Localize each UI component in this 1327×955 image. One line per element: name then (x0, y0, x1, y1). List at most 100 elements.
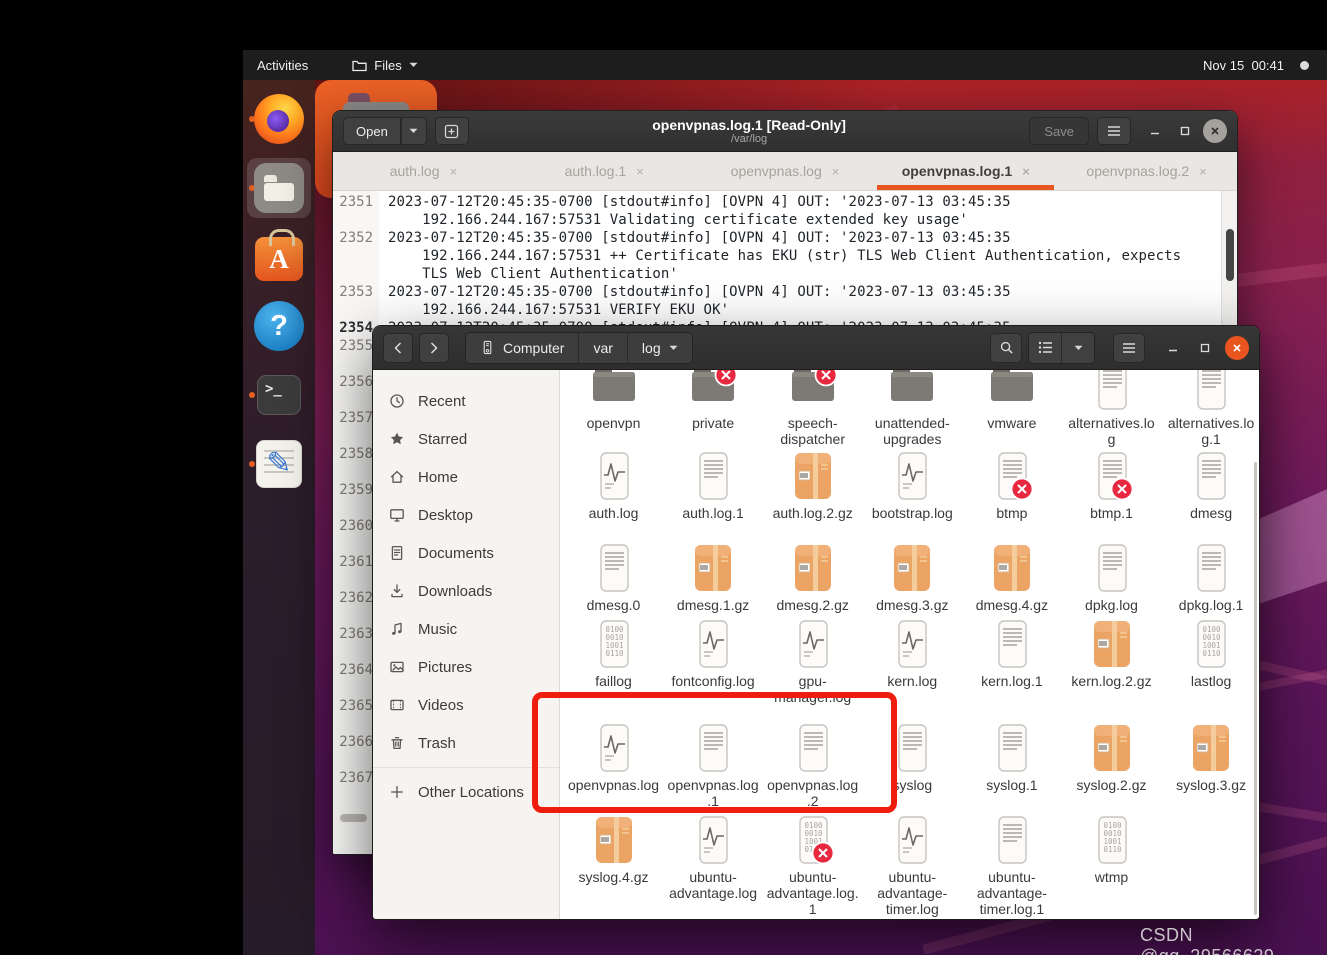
chevron-left-icon (394, 341, 402, 354)
file-item-dmesg.0[interactable]: dmesg.0 (564, 542, 663, 613)
file-item-speech-dispatcher[interactable]: speech-dispatcher (763, 370, 862, 447)
sidebar-item-home[interactable]: Home (373, 458, 559, 496)
file-item-lastlog[interactable]: 0100 0010 1001 0110 lastlog (1162, 618, 1259, 689)
new-document-button[interactable] (434, 117, 469, 145)
sidebar-item-pictures[interactable]: Pictures (373, 648, 559, 686)
chevron-down-icon (669, 345, 678, 350)
sidebar-item-documents[interactable]: Documents (373, 534, 559, 572)
tab-close-icon[interactable]: × (450, 164, 458, 179)
tab-close-icon[interactable]: × (1199, 164, 1207, 179)
tab-close-icon[interactable]: × (832, 164, 840, 179)
file-item-kern.log[interactable]: kern.log (863, 618, 962, 689)
dock-item-ubuntu-software[interactable]: A (247, 227, 311, 287)
gedit-close-button[interactable] (1203, 119, 1227, 143)
file-item-kern.log.2.gz[interactable]: kern.log.2.gz (1062, 618, 1161, 689)
file-item-dmesg.3.gz[interactable]: dmesg.3.gz (863, 542, 962, 613)
dock-item-files[interactable] (247, 158, 311, 218)
open-dropdown-button[interactable] (400, 117, 427, 145)
files-minimize-button[interactable] (1161, 336, 1185, 360)
log-file-icon (898, 452, 927, 500)
dock-item-firefox[interactable] (247, 89, 311, 149)
file-item-faillog[interactable]: 0100 0010 1001 0110 faillog (564, 618, 663, 689)
save-button[interactable]: Save (1029, 117, 1089, 145)
videos-icon (390, 699, 404, 711)
dock-item-terminal[interactable]: >_ (247, 365, 311, 425)
file-item-alternatives.log[interactable]: alternatives.log (1062, 370, 1161, 447)
files-close-button[interactable] (1225, 335, 1249, 360)
file-item-bootstrap.log[interactable]: bootstrap.log (863, 450, 962, 521)
file-item-vmware[interactable]: vmware (962, 370, 1061, 431)
minimize-icon (1169, 349, 1177, 351)
tab-auth.log.1[interactable]: auth.log.1 × (514, 152, 695, 190)
breadcrumb-computer[interactable]: Computer (466, 332, 579, 363)
file-item-syslog.2.gz[interactable]: syslog.2.gz (1062, 722, 1161, 793)
binary-file-icon: 0100001010010110 (1097, 816, 1127, 864)
scrollbar-thumb[interactable] (1226, 229, 1234, 281)
clock[interactable]: Nov 15 00:41 (1203, 58, 1284, 73)
search-button[interactable] (990, 332, 1022, 363)
file-item-kern.log.1[interactable]: kern.log.1 (962, 618, 1061, 689)
breadcrumb-log[interactable]: log (626, 332, 692, 363)
sidebar-item-music[interactable]: Music (373, 610, 559, 648)
tab-close-icon[interactable]: × (636, 164, 644, 179)
file-item-unattended-upgrades[interactable]: unattended-upgrades (863, 370, 962, 447)
file-item-syslog.3.gz[interactable]: syslog.3.gz (1162, 722, 1259, 793)
sidebar-item-desktop[interactable]: Desktop (373, 496, 559, 534)
open-button[interactable]: Open (343, 117, 401, 145)
hamburger-menu-icon (1123, 342, 1135, 353)
file-item-dmesg.4.gz[interactable]: dmesg.4.gz (962, 542, 1061, 613)
view-dropdown-button[interactable] (1062, 332, 1094, 363)
file-item-syslog.1[interactable]: syslog.1 (962, 722, 1061, 793)
tab-openvpnas.log.1[interactable]: openvpnas.log.1 × (875, 152, 1056, 190)
sidebar-item-recent[interactable]: Recent (373, 382, 559, 420)
tab-close-icon[interactable]: × (1022, 164, 1030, 179)
sidebar-item-starred[interactable]: Starred (373, 420, 559, 458)
app-menu-files[interactable]: Files (352, 58, 418, 73)
activities-button[interactable]: Activities (257, 58, 308, 73)
file-item-ubuntu-advantage-timer.log.1[interactable]: ubuntu-advantage-timer.log.1 (962, 814, 1061, 917)
file-item-dpkg.log.1[interactable]: dpkg.log.1 (1162, 542, 1259, 613)
file-item-ubuntu-advantage.log[interactable]: ubuntu-advantage.log (664, 814, 763, 901)
file-item-dmesg[interactable]: dmesg (1162, 450, 1259, 521)
file-item-dmesg.2.gz[interactable]: dmesg.2.gz (763, 542, 862, 613)
dock-item-help[interactable]: ? (247, 296, 311, 356)
file-name: btmp.1 (1090, 505, 1133, 521)
file-name: dmesg.4.gz (975, 597, 1049, 613)
forward-button[interactable] (419, 332, 449, 363)
hamburger-menu-icon (1108, 126, 1120, 136)
file-item-auth.log[interactable]: auth.log (564, 450, 663, 521)
file-item-alternatives.log.1[interactable]: alternatives.log.1 (1162, 370, 1259, 447)
tab-auth.log[interactable]: auth.log × (333, 152, 514, 190)
files-content[interactable]: openvpn private speech-dispatcher unattende… (560, 370, 1259, 919)
file-name: syslog.2.gz (1076, 777, 1147, 793)
file-item-dpkg.log[interactable]: dpkg.log (1062, 542, 1161, 613)
file-name: vmware (987, 415, 1037, 431)
file-item-auth.log.1[interactable]: auth.log.1 (664, 450, 763, 521)
gedit-menu-button[interactable] (1097, 117, 1131, 145)
tab-openvpnas.log.2[interactable]: openvpnas.log.2 × (1056, 152, 1237, 190)
back-button[interactable] (383, 332, 413, 363)
gedit-maximize-button[interactable] (1173, 119, 1197, 143)
gedit-horizontal-scrollbar[interactable] (340, 814, 367, 822)
file-item-syslog.4.gz[interactable]: syslog.4.gz (564, 814, 663, 885)
breadcrumb-var[interactable]: var (578, 332, 627, 363)
file-item-auth.log.2.gz[interactable]: auth.log.2.gz (763, 450, 862, 521)
gedit-minimize-button[interactable] (1143, 119, 1167, 143)
files-menu-button[interactable] (1113, 332, 1145, 363)
tab-openvpnas.log[interactable]: openvpnas.log × (695, 152, 876, 190)
help-icon: ? (254, 301, 304, 351)
list-view-button[interactable] (1029, 332, 1061, 363)
sidebar-item-downloads[interactable]: Downloads (373, 572, 559, 610)
file-item-ubuntu-advantage-timer.log[interactable]: ubuntu-advantage-timer.log (863, 814, 962, 917)
file-item-fontconfig.log[interactable]: fontconfig.log (664, 618, 763, 689)
file-name: kern.log.1 (981, 673, 1043, 689)
files-maximize-button[interactable] (1193, 336, 1217, 360)
dock-item-text-editor[interactable]: ✎ (247, 434, 311, 494)
file-item-dmesg.1.gz[interactable]: dmesg.1.gz (664, 542, 763, 613)
file-item-wtmp[interactable]: 0100 0010 1001 0110 wtmp (1062, 814, 1161, 885)
file-item-openvpn[interactable]: openvpn (564, 370, 663, 431)
file-item-ubuntu-advantage.log.1[interactable]: 0100001010010110 ubuntu-advantage.log.1 (763, 814, 862, 917)
file-item-btmp[interactable]: btmp (962, 450, 1061, 521)
file-item-btmp.1[interactable]: btmp.1 (1062, 450, 1161, 521)
file-item-private[interactable]: private (664, 370, 763, 431)
